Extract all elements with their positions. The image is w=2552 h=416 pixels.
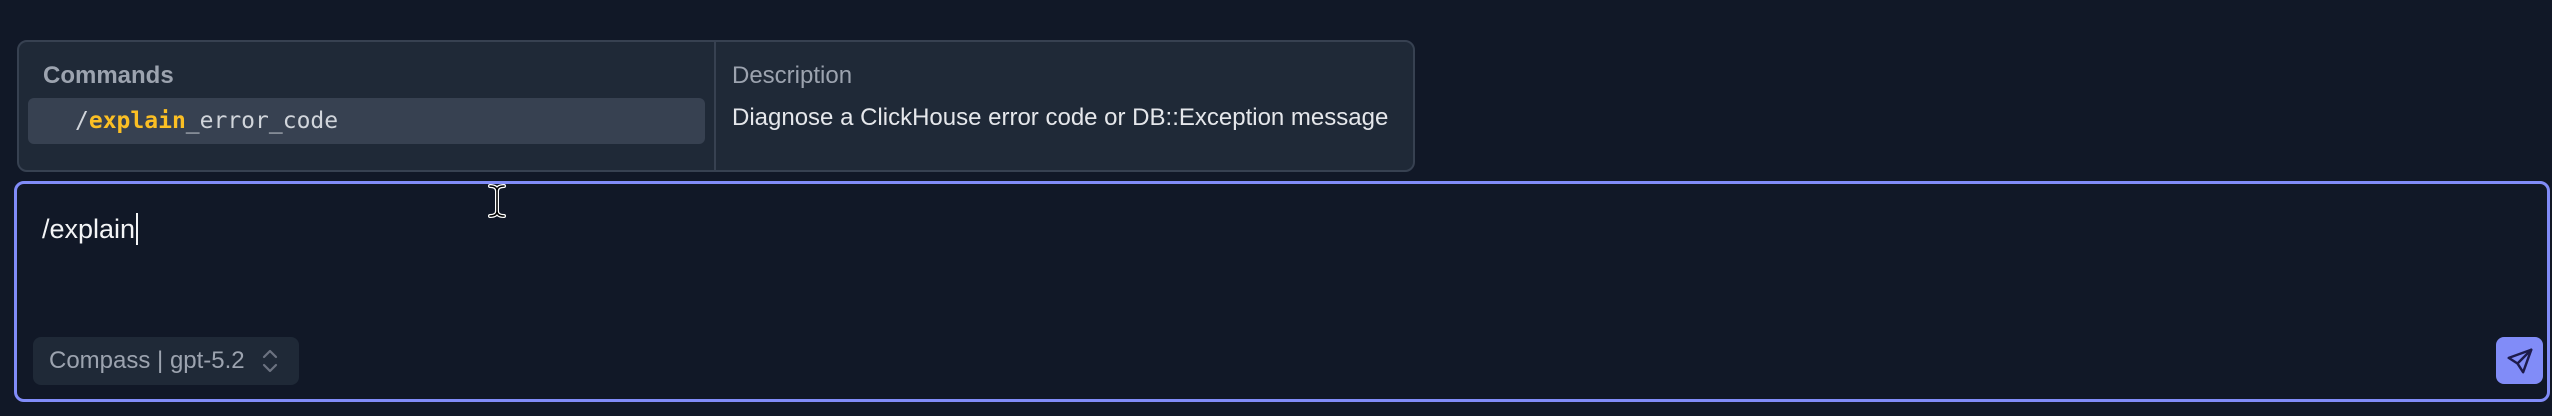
command-description: Diagnose a ClickHouse error code or DB::…: [732, 104, 1389, 131]
send-button[interactable]: [2496, 337, 2543, 384]
command-rest: _error_code: [185, 108, 339, 134]
commands-column: Commands / explain _error_code: [19, 42, 716, 170]
command-match-highlight: explain: [88, 108, 186, 134]
page: Commands / explain _error_code Description…: [0, 0, 2552, 416]
text-cursor-icon: [488, 184, 506, 218]
command-slash: /: [75, 108, 89, 134]
chat-input-box[interactable]: /explain Compass | gpt-5.2: [14, 181, 2550, 402]
chevron-up-down-icon: [262, 349, 277, 373]
model-select[interactable]: Compass | gpt-5.2: [33, 337, 299, 385]
send-icon: [2507, 348, 2532, 373]
description-header: Description: [732, 62, 853, 89]
chat-input[interactable]: /explain: [42, 212, 139, 246]
description-column: Description Diagnose a ClickHouse error …: [716, 42, 1413, 170]
command-item-explain-error-code[interactable]: / explain _error_code: [28, 98, 705, 144]
model-select-label: Compass | gpt-5.2: [49, 347, 245, 374]
commands-header: Commands: [43, 62, 174, 89]
text-caret: [136, 213, 139, 245]
command-palette: Commands / explain _error_code Description…: [17, 40, 1415, 172]
chat-input-value: /explain: [42, 214, 136, 244]
